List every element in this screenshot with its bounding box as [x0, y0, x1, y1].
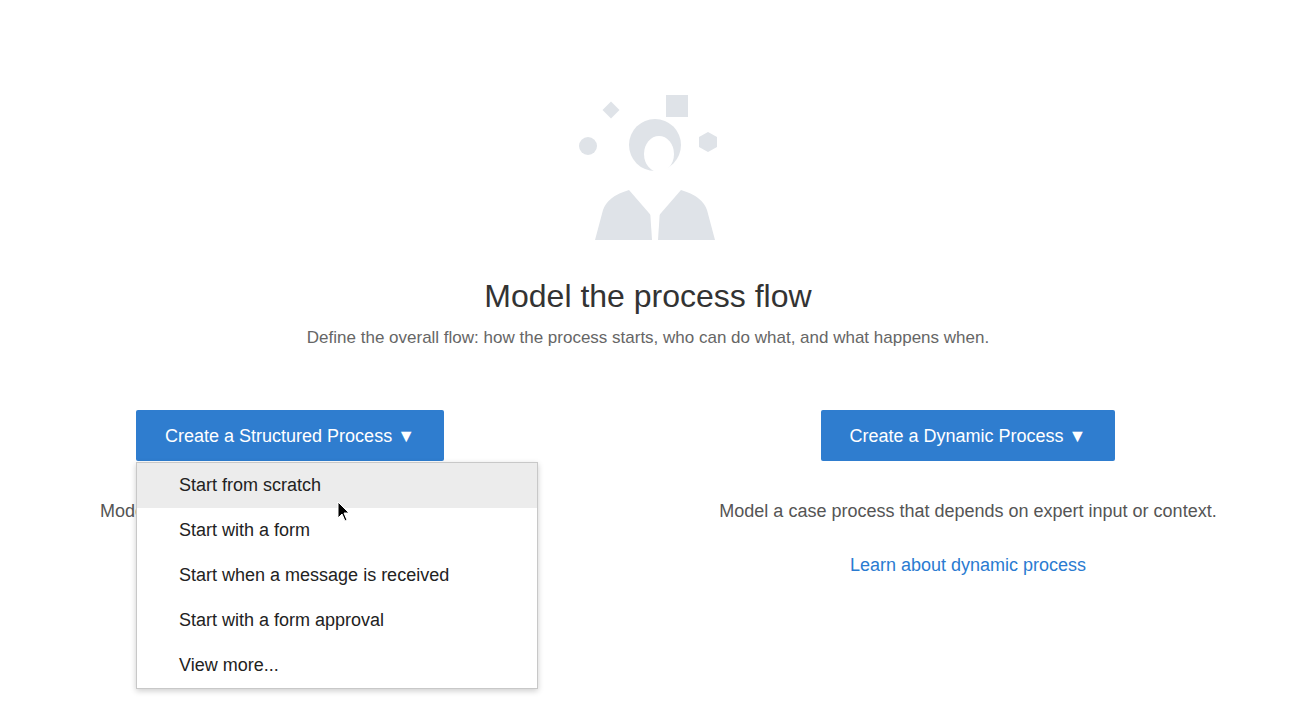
- process-options: Create a Structured Process ▼Start from …: [0, 410, 1296, 577]
- process-option: Create a Structured Process ▼Start from …: [0, 410, 580, 577]
- create-process-button[interactable]: Create a Structured Process ▼: [136, 410, 444, 461]
- process-person-icon: [573, 90, 723, 242]
- page-subtitle: Define the overall flow: how the process…: [307, 326, 989, 350]
- menu-item[interactable]: Start with a form: [137, 508, 537, 553]
- process-option: Create a Dynamic Process ▼ Model a case p…: [670, 410, 1266, 577]
- option-description: Model a case process that depends on exp…: [719, 499, 1216, 523]
- page-title: Model the process flow: [484, 276, 811, 316]
- menu-item[interactable]: Start from scratch: [137, 463, 537, 508]
- learn-more-link[interactable]: Learn about dynamic process: [850, 553, 1086, 577]
- page: Model the process flow Define the overall…: [0, 0, 1296, 716]
- mouse-cursor-icon: [337, 501, 351, 523]
- menu-item[interactable]: View more...: [137, 643, 537, 688]
- menu-item[interactable]: Start with a form approval: [137, 598, 537, 643]
- create-process-button[interactable]: Create a Dynamic Process ▼: [821, 410, 1116, 461]
- dropdown-menu: Start from scratchStart with a formStart…: [136, 462, 538, 689]
- menu-item[interactable]: Start when a message is received: [137, 553, 537, 598]
